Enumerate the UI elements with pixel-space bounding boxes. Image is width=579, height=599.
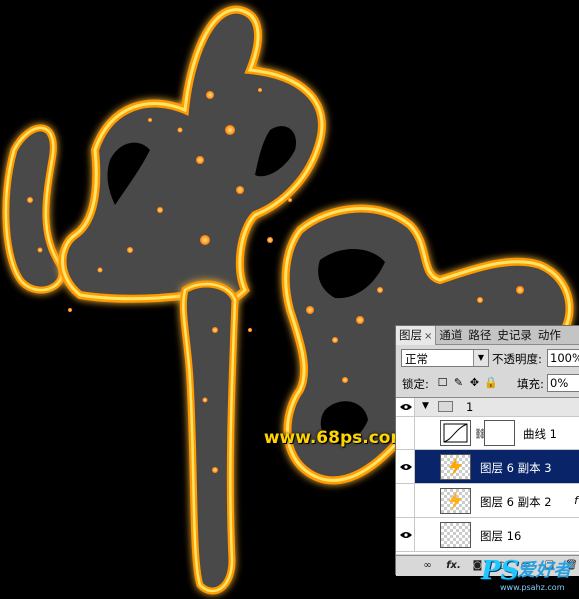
layer-name: 图层 6 副本 2 xyxy=(480,495,552,509)
layer-row-copy2[interactable]: 图层 6 副本 2 f xyxy=(396,484,579,518)
folder-icon xyxy=(438,401,453,412)
layer-name: 1 xyxy=(466,400,474,414)
fill-input[interactable]: 0% xyxy=(547,374,579,392)
site-logo: PS爱好者 xyxy=(481,556,571,586)
layers-list: ▼ 1 ⛓ 曲线 1 图层 6 副本 3 图层 6 副本 2 f 图层 16 xyxy=(396,397,579,554)
opacity-input[interactable]: 100% xyxy=(547,349,579,367)
tab-layers-label: 图层 xyxy=(399,328,422,342)
lock-transparency-icon[interactable]: ☐ xyxy=(436,376,449,389)
expand-triangle-icon[interactable]: ▼ xyxy=(422,401,429,411)
fx-icon[interactable]: fx. xyxy=(446,559,461,573)
tab-layers[interactable]: 图层 × xyxy=(396,326,437,345)
blend-opacity-row: 正常 ▼ 不透明度: 100% xyxy=(396,347,579,369)
layer-name: 图层 6 副本 3 xyxy=(480,461,552,475)
lock-move-icon[interactable]: ✥ xyxy=(468,376,481,389)
lock-label: 锁定: xyxy=(402,377,429,391)
layer-name: 曲线 1 xyxy=(523,427,557,441)
eye-icon xyxy=(400,464,412,470)
blend-mode-select[interactable]: 正常 ▼ xyxy=(401,349,489,367)
lock-all-icon[interactable]: 🔒 xyxy=(484,376,498,389)
link-icon[interactable]: ∞ xyxy=(420,559,435,573)
visibility-toggle[interactable] xyxy=(396,450,415,483)
layer-row-curves[interactable]: ⛓ 曲线 1 xyxy=(396,417,579,450)
visibility-toggle[interactable] xyxy=(396,484,415,517)
eye-icon xyxy=(400,532,412,538)
tab-paths[interactable]: 路径 xyxy=(465,326,494,345)
mask-thumbnail[interactable] xyxy=(484,420,515,446)
lightning-icon xyxy=(449,457,462,477)
layer-thumbnail xyxy=(440,454,471,480)
opacity-label: 不透明度: xyxy=(492,352,542,366)
blend-mode-value: 正常 xyxy=(405,352,428,366)
layer-name: 图层 16 xyxy=(480,529,522,543)
panel-tabbar: 图层 × 通道 路径 史记录 动作 xyxy=(396,326,579,345)
stroke-main xyxy=(58,5,326,309)
layer-thumbnail xyxy=(440,522,471,548)
layer-row-group[interactable]: ▼ 1 xyxy=(396,398,579,417)
tab-channels[interactable]: 通道 xyxy=(436,326,465,345)
visibility-toggle[interactable] xyxy=(396,417,415,449)
chevron-down-icon[interactable]: ▼ xyxy=(473,350,488,366)
visibility-toggle[interactable] xyxy=(396,398,415,416)
fx-indicator-icon[interactable]: f xyxy=(574,494,578,507)
curves-icon xyxy=(443,423,468,443)
stroke-left xyxy=(2,124,66,294)
tab-actions[interactable]: 动作 xyxy=(535,326,564,345)
tab-history[interactable]: 史记录 xyxy=(494,326,535,345)
lock-brush-icon[interactable]: ✎ xyxy=(452,376,465,389)
logo-cn: 爱好者 xyxy=(517,560,572,581)
layer-row-copy3[interactable]: 图层 6 副本 3 xyxy=(396,450,579,484)
lock-fill-row: 锁定: ☐ ✎ ✥ 🔒 填充: 0% xyxy=(396,373,579,393)
layer-thumbnail xyxy=(440,488,471,514)
stroke-vertical xyxy=(179,280,239,595)
logo-ps: PS xyxy=(481,556,520,586)
visibility-toggle[interactable] xyxy=(396,518,415,551)
close-icon[interactable]: × xyxy=(424,331,432,342)
curves-thumbnail xyxy=(440,420,471,446)
layer-row-16[interactable]: 图层 16 xyxy=(396,518,579,552)
site-watermark: www.68ps.com xyxy=(263,428,409,448)
fill-label: 填充: xyxy=(517,377,544,391)
lightning-icon xyxy=(449,491,462,511)
eye-icon xyxy=(400,404,412,410)
layers-panel: 图层× 通道 路径 史记录 动作 正常 ▼ 不透明度: 100% 锁定: ☐ ✎… xyxy=(395,325,579,576)
logo-url: www.psahz.com xyxy=(500,583,565,592)
